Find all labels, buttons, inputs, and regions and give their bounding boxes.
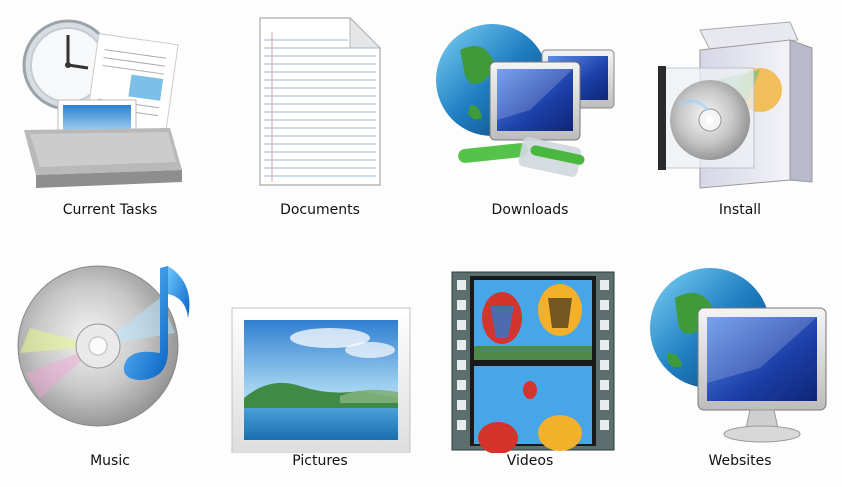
folder-label: Music: [90, 453, 130, 469]
folder-label: Documents: [280, 202, 360, 218]
folder-tile-websites[interactable]: Websites: [640, 258, 840, 487]
folder-label: Pictures: [292, 453, 348, 469]
folder-label: Websites: [708, 453, 772, 469]
folder-label: Downloads: [491, 202, 569, 218]
picture-frame-icon: [220, 258, 420, 453]
current-tasks-icon: [10, 10, 210, 205]
folder-icon-grid: Current Tasks Documents Downloads Instal…: [0, 0, 842, 487]
network-globe-icon: [430, 10, 630, 205]
folder-tile-documents[interactable]: Documents: [220, 10, 420, 246]
folder-tile-videos[interactable]: Videos: [430, 258, 630, 487]
folder-tile-downloads[interactable]: Downloads: [430, 10, 630, 246]
cd-music-note-icon: [10, 258, 210, 453]
folder-tile-pictures[interactable]: Pictures: [220, 258, 420, 487]
folder-tile-install[interactable]: Install: [640, 10, 840, 246]
folder-label: Current Tasks: [62, 202, 158, 218]
folder-label: Install: [718, 202, 762, 218]
folder-label: Videos: [506, 453, 554, 469]
document-icon: [220, 10, 420, 205]
film-strip-icon: [430, 258, 630, 453]
folder-tile-music[interactable]: Music: [10, 258, 210, 487]
software-box-icon: [640, 10, 840, 205]
folder-tile-current-tasks[interactable]: Current Tasks: [10, 10, 210, 246]
globe-monitor-icon: [640, 258, 840, 453]
